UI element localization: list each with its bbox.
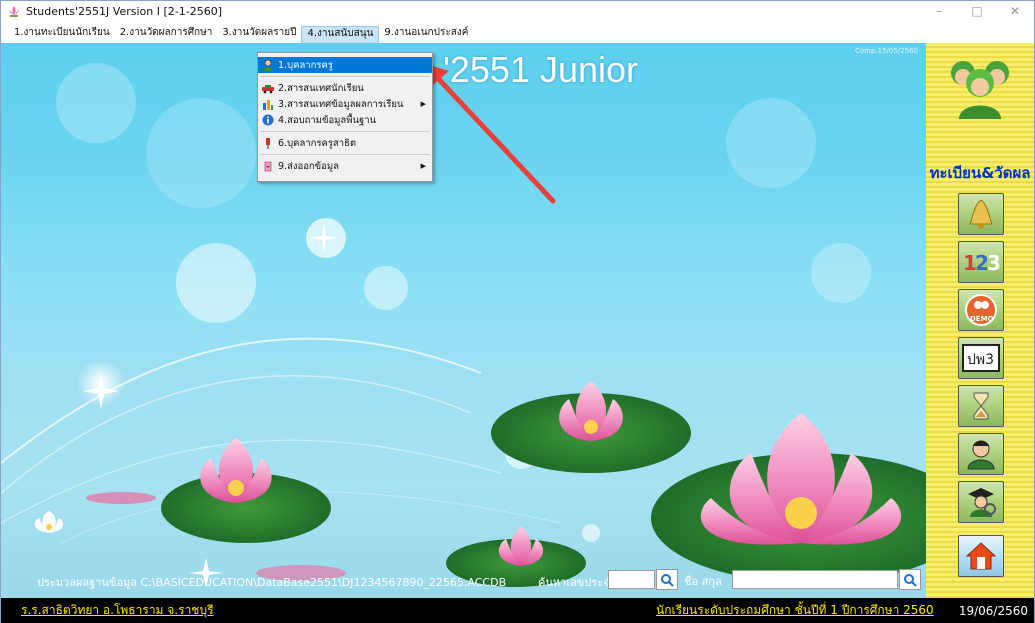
menu-registration[interactable]: 1.งานทะเบียนนักเรียน <box>9 26 115 43</box>
submenu-arrow-icon: ▶ <box>420 100 426 108</box>
maximize-button[interactable]: □ <box>958 1 996 21</box>
numbers-123-icon: 1 2 3 <box>963 251 1000 275</box>
home-icon <box>965 542 997 570</box>
status-bar: ร.ร.สาธิตวิทยา อ.โพธาราม จ.ราชบุรี นักเร… <box>1 598 1034 623</box>
demo-button[interactable]: DEMO <box>958 289 1004 331</box>
name-search-button[interactable] <box>899 569 921 590</box>
dropdown-item-export[interactable]: 9.ส่งออกข้อมูล ▶ <box>258 158 432 174</box>
hourglass-icon <box>973 392 989 420</box>
search-icon <box>661 573 674 587</box>
svg-text:3: 3 <box>987 251 1000 275</box>
sidebar-title: ทะเบียน&วัดผล <box>929 164 1031 182</box>
desktop-background: '2551 Junior Comp.15/05/2560 ประมวลผลฐาน… <box>1 43 926 598</box>
menu-bar: 1.งานทะเบียนนักเรียน 2.งานวัดผลการศึกษา … <box>1 21 1034 43</box>
desktop-copyright: Comp.15/05/2560 <box>854 47 918 55</box>
pin-icon <box>266 138 270 149</box>
svg-text:DEMO: DEMO <box>970 315 994 323</box>
dropdown-item-results-info[interactable]: 3.สารสนเทศข้อมูลผลการเรียน ▶ <box>258 96 432 112</box>
numbers-button[interactable]: 1 2 3 <box>958 241 1004 283</box>
lotus-background-art <box>1 63 926 588</box>
dropdown-item-demo-teachers[interactable]: 6.บุคลากรครูสาธิต <box>258 135 432 151</box>
info-icon <box>262 114 274 126</box>
bell-icon <box>969 199 993 229</box>
desktop-title: '2551 Junior <box>443 49 639 90</box>
pp3-document-icon: ปพ3 <box>962 344 1000 372</box>
menu-yearly-evaluation[interactable]: 3.งานวัดผลรายปี <box>217 26 301 43</box>
lotus-app-icon <box>9 6 19 17</box>
sidebar: ทะเบียน&วัดผล 1 2 3 DEMO ปพ3 <box>926 43 1034 598</box>
dropdown-item-label: 3.สารสนเทศข้อมูลผลการเรียน <box>278 98 404 110</box>
dropdown-item-student-info[interactable]: 2.สารสนเทศนักเรียน <box>258 80 432 96</box>
menu-support[interactable]: 4.งานสนับสนุน <box>301 26 380 43</box>
dropdown-item-label: 4.สอบถามข้อมูลพื้นฐาน <box>278 114 377 126</box>
bar-chart-icon <box>263 100 273 110</box>
person-button[interactable] <box>958 433 1004 475</box>
dropdown-item-label: 9.ส่งออกข้อมูล <box>278 160 339 172</box>
minimize-button[interactable]: – <box>920 1 958 21</box>
menu-evaluation[interactable]: 2.งานวัดผลการศึกษา <box>115 26 218 43</box>
graduate-icon <box>968 488 996 517</box>
close-button[interactable]: ✕ <box>996 1 1034 21</box>
pp3-button[interactable]: ปพ3 <box>958 337 1004 379</box>
name-search-label: ชื่อ สกุล <box>684 575 722 588</box>
bell-button[interactable] <box>958 193 1004 235</box>
teacher-icon <box>263 59 273 71</box>
car-icon <box>262 85 274 94</box>
dropdown-separator <box>260 76 430 77</box>
demo-icon: DEMO <box>965 294 997 326</box>
database-path: ประมวลผลฐานข้อมูล C:\BASICEDUCATION\Data… <box>37 576 507 589</box>
dropdown-item-label: 2.สารสนเทศนักเรียน <box>278 82 364 94</box>
person-icon <box>967 440 995 470</box>
submenu-arrow-icon: ▶ <box>420 162 426 170</box>
graduate-button[interactable] <box>958 481 1004 523</box>
home-button[interactable] <box>958 535 1004 577</box>
dropdown-item-basic-data[interactable]: 4.สอบถามข้อมูลพื้นฐาน <box>258 112 432 128</box>
dropdown-item-label: 1.บุคลากรครู <box>278 59 333 71</box>
dropdown-item-label: 6.บุคลากรครูสาธิต <box>278 137 357 149</box>
svg-text:ปพ3: ปพ3 <box>967 352 994 368</box>
school-name: ร.ร.สาธิตวิทยา อ.โพธาราม จ.ราชบุรี <box>21 603 214 617</box>
menu-utilities[interactable]: 9.งานอเนกประสงค์ <box>379 26 473 43</box>
dropdown-item-teacher-staff[interactable]: 1.บุคลากรครู <box>258 57 432 73</box>
dropdown-separator <box>260 154 430 155</box>
registration-people-button[interactable] <box>945 51 1015 121</box>
search-icon <box>904 573 917 587</box>
window-title: Students'2551J Version I [2-1-2560] <box>26 4 222 18</box>
support-dropdown-menu: 1.บุคลากรครู 2.สารสนเทศนักเรียน 3.สารสนเ… <box>257 52 433 182</box>
export-icon <box>264 161 272 172</box>
search-id-input[interactable] <box>608 570 655 589</box>
hourglass-button[interactable] <box>958 385 1004 427</box>
name-search-input[interactable] <box>732 570 898 589</box>
title-bar: Students'2551J Version I [2-1-2560] – □ … <box>1 1 1034 21</box>
dropdown-separator <box>260 131 430 132</box>
search-id-button[interactable] <box>656 569 678 590</box>
student-level: นักเรียนระดับประถมศึกษา ชั้นปีที่ 1 ปีกา… <box>656 603 934 617</box>
people-group-icon <box>951 61 1009 119</box>
app-window: Students'2551J Version I [2-1-2560] – □ … <box>0 0 1035 623</box>
window-controls: – □ ✕ <box>920 1 1034 21</box>
status-date: 19/06/2560 <box>958 603 1028 618</box>
